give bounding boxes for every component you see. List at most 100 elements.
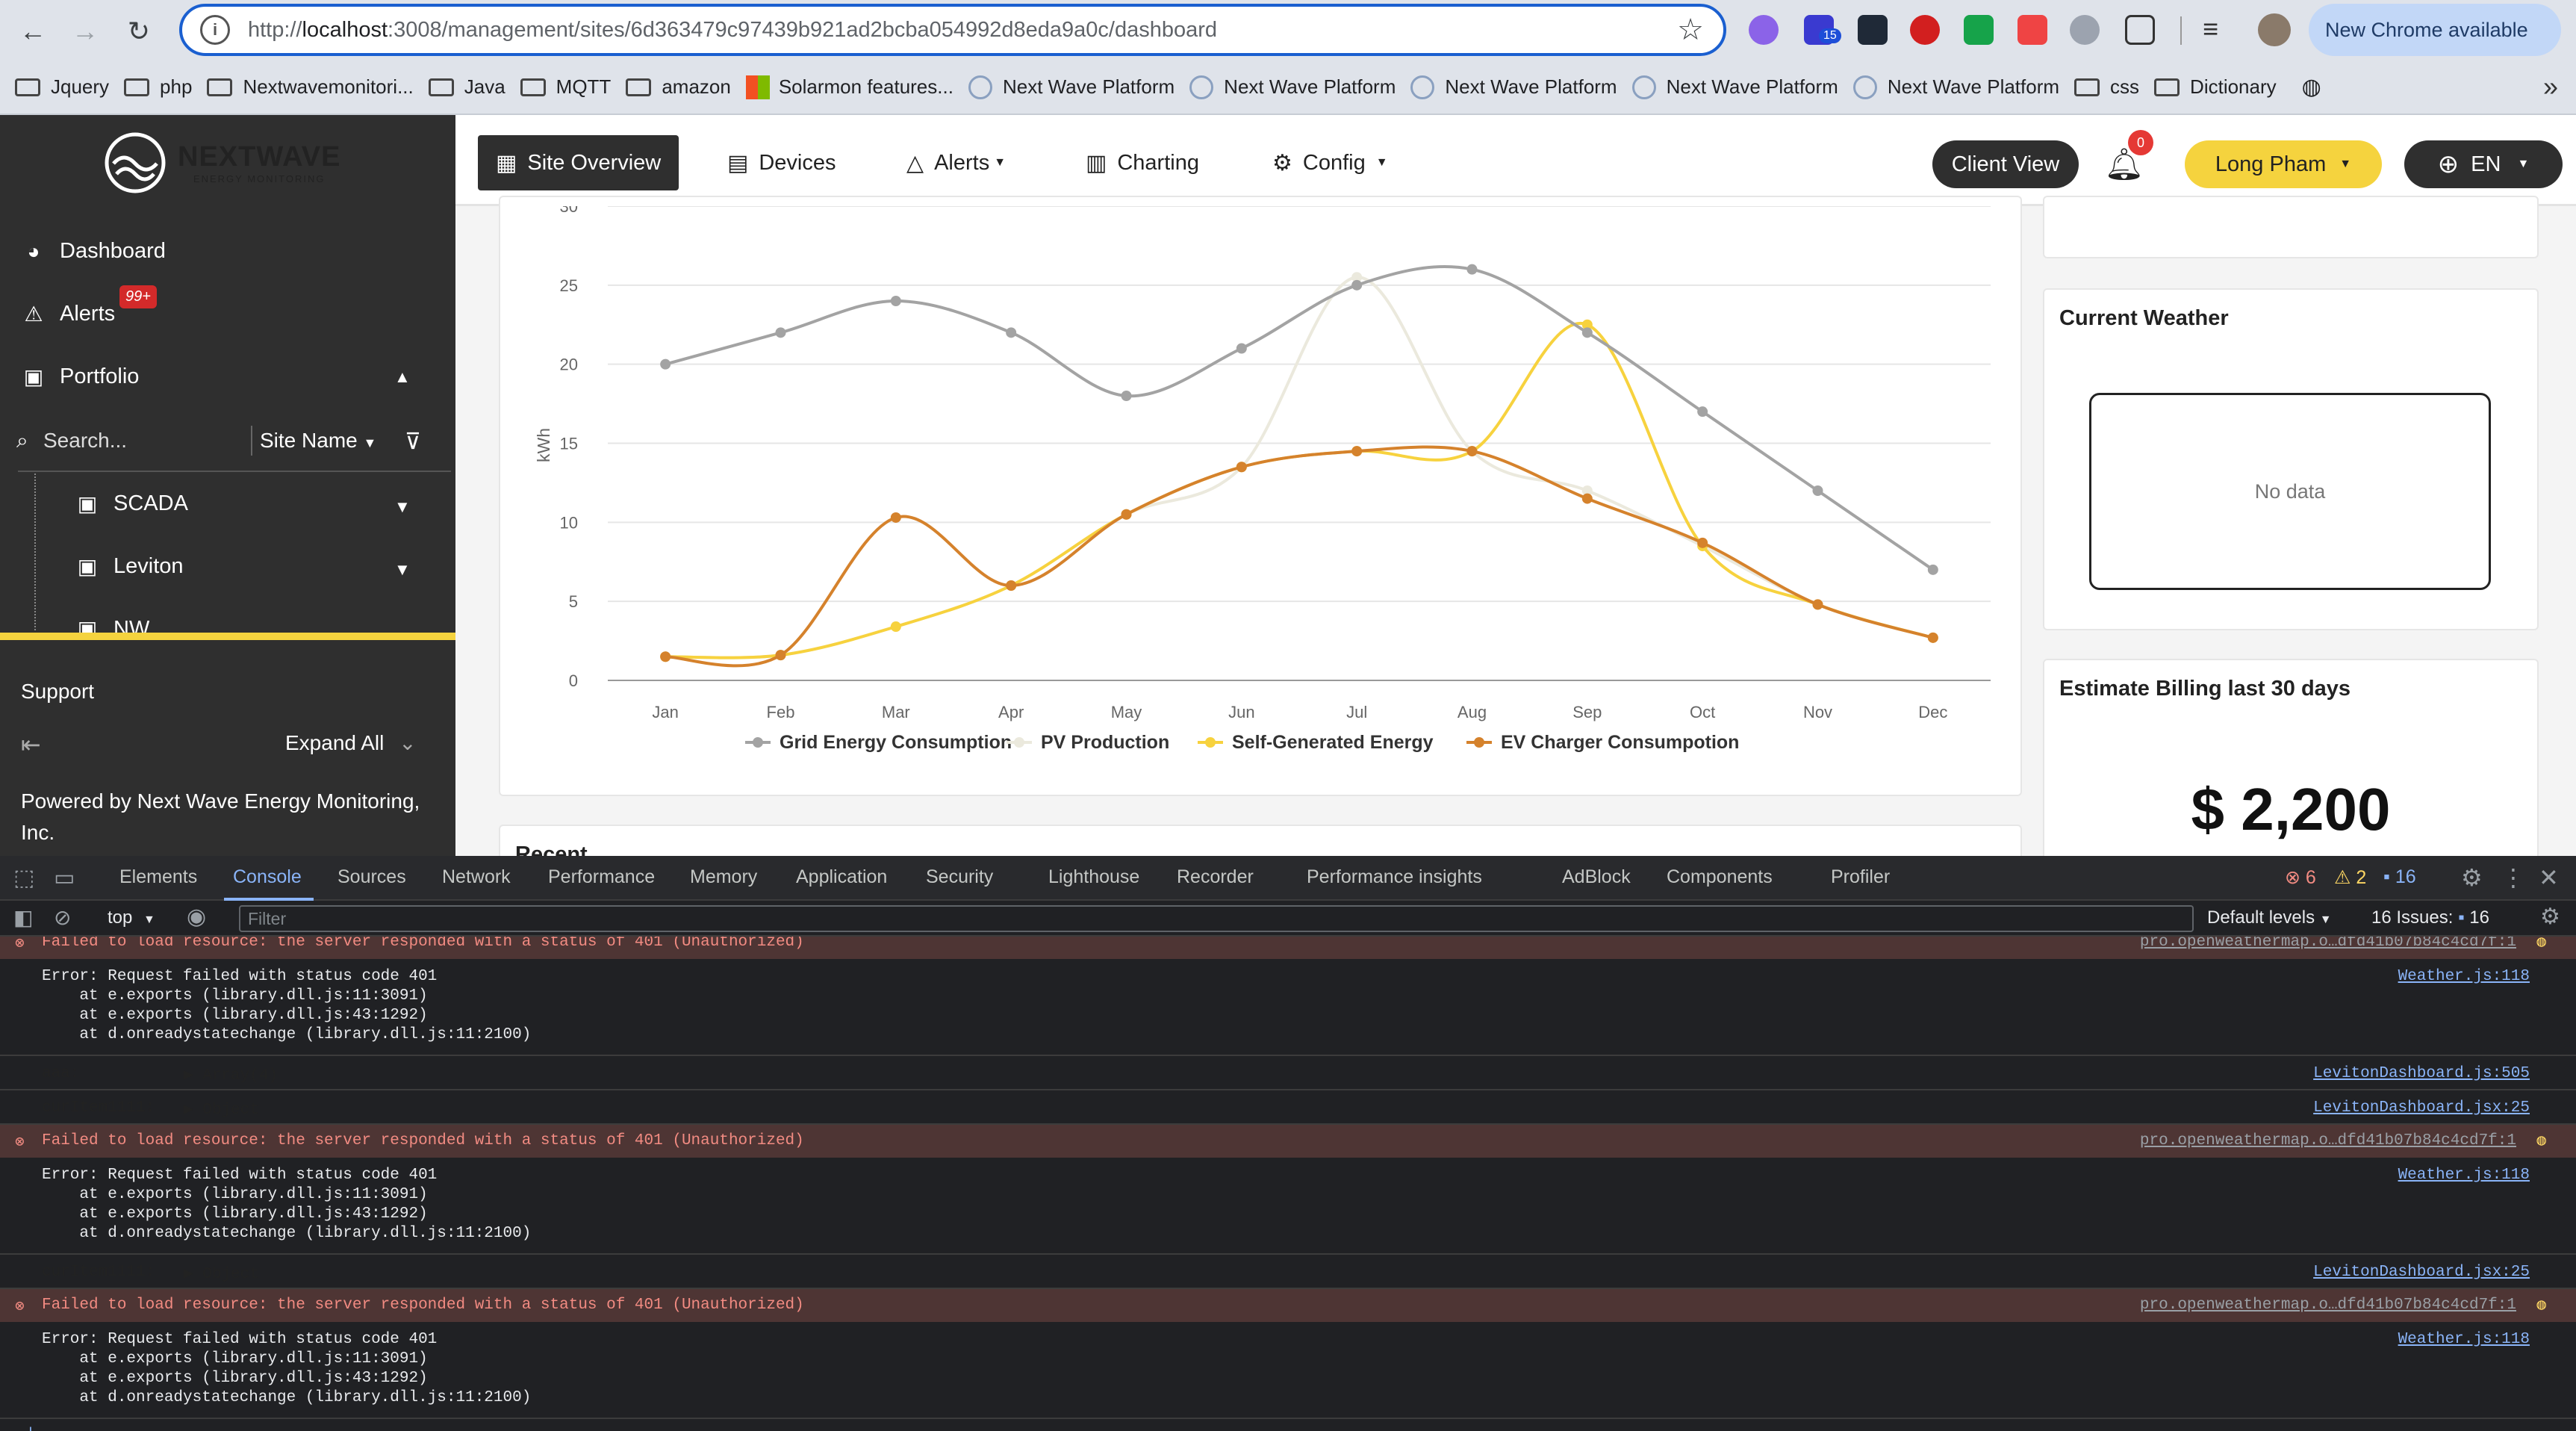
tab-config[interactable]: ⚙ Config ▼	[1254, 135, 1406, 190]
data-point[interactable]	[1697, 537, 1708, 548]
log-levels-dropdown[interactable]: Default levels ▼	[2207, 907, 2332, 928]
data-point[interactable]	[1466, 446, 1478, 457]
sidebar-search-input[interactable]: Search...	[43, 429, 127, 453]
bookmark-item[interactable]: MQTT	[520, 75, 611, 99]
series-line[interactable]	[665, 445, 1934, 668]
react-devtools-icon[interactable]	[1858, 15, 1888, 45]
data-point[interactable]	[1121, 391, 1132, 401]
data-point[interactable]	[1121, 509, 1132, 520]
bookmark-item[interactable]: php	[124, 75, 192, 99]
bookmark-star-icon[interactable]: ☆	[1677, 13, 1704, 47]
profile-avatar[interactable]	[2258, 13, 2291, 46]
back-icon[interactable]: ←	[13, 12, 52, 51]
sidebar-item-portfolio[interactable]: ▣ Portfolio	[21, 364, 140, 389]
data-point[interactable]	[1236, 462, 1247, 473]
data-point[interactable]	[1006, 580, 1017, 591]
data-point[interactable]	[660, 651, 671, 662]
devtools-tab-memory[interactable]: Memory	[690, 866, 757, 888]
reading-list-icon[interactable]: ≡	[2203, 13, 2218, 45]
tree-item-scada[interactable]: ▣ SCADA	[75, 491, 188, 516]
console-filter-input[interactable]: Filter	[239, 905, 2194, 932]
legend-item[interactable]: Grid Energy Consumption	[745, 732, 1012, 753]
console-log-row[interactable]: aaa: ▶ Array(4) LevitonDashboard.js:505	[0, 1056, 2576, 1090]
clear-console-icon[interactable]: ⊘	[54, 905, 71, 930]
chevron-down-icon[interactable]: ▼	[394, 497, 411, 517]
devtools-tab-profiler[interactable]: Profiler	[1831, 866, 1890, 888]
console-log-row[interactable]: curItem1111: ▶ Object LevitonDashboard.jsx…	[0, 1090, 2576, 1125]
series-line[interactable]	[665, 321, 1934, 659]
expand-all-button[interactable]: Expand All ⌄	[285, 730, 417, 755]
error-source-link[interactable]: pro.openweathermap.o…dfd41b07b84c4cd7f:1	[2140, 1297, 2516, 1314]
inspect-element-icon[interactable]: ⬚	[13, 865, 34, 891]
log-source-link[interactable]: Weather.js:118	[2398, 1167, 2530, 1184]
devtools-tab-elements[interactable]: Elements	[119, 866, 197, 888]
legend-item[interactable]: Self-Generated Energy	[1198, 732, 1434, 753]
devtools-tab-components[interactable]: Components	[1667, 866, 1773, 888]
devtools-tab-application[interactable]: Application	[796, 866, 887, 888]
data-point[interactable]	[1351, 446, 1363, 457]
legend-item[interactable]: EV Charger Consumpotion	[1466, 732, 1739, 753]
chart-legend[interactable]: Grid Energy Consumption PV Production Self…	[745, 732, 1739, 753]
more-options-icon[interactable]: ⋮	[2501, 863, 2525, 892]
bookmark-item[interactable]: Jquery	[15, 75, 109, 99]
console-settings-icon[interactable]: ⚙	[2540, 904, 2560, 930]
console-error-row[interactable]: ⊗ Failed to load resource: the server res…	[0, 1289, 2576, 1322]
tab-devices[interactable]: ▤ Devices	[709, 135, 854, 190]
data-point[interactable]	[660, 358, 671, 370]
data-point[interactable]	[1812, 599, 1823, 610]
extension-record-icon[interactable]	[2017, 15, 2047, 45]
bookmark-item[interactable]: Solarmon features...	[745, 75, 953, 99]
data-point[interactable]	[1697, 406, 1708, 417]
site-name-dropdown[interactable]: Site Name ▼	[260, 429, 376, 453]
data-point[interactable]	[1927, 564, 1938, 575]
extension-tool-icon[interactable]	[2070, 15, 2100, 45]
context-selector[interactable]: top ▼	[108, 907, 155, 928]
log-value[interactable]: ▶ Object	[184, 1099, 259, 1119]
data-point[interactable]	[1812, 485, 1823, 496]
error-source-link[interactable]: pro.openweathermap.o…dfd41b07b84c4cd7f:1	[2140, 937, 2516, 951]
bookmark-item[interactable]: Next Wave Platform	[1410, 75, 1617, 99]
log-source-link[interactable]: Weather.js:118	[2398, 1331, 2530, 1348]
series-line[interactable]	[665, 265, 1934, 571]
log-value[interactable]: ▶ Array(4)	[184, 1065, 278, 1084]
client-view-button[interactable]: Client View	[1932, 140, 2079, 188]
eye-icon[interactable]: ◉	[187, 904, 206, 930]
devtools-tab-performance-insights[interactable]: Performance insights	[1307, 866, 1482, 888]
error-count[interactable]: ⊗ 6	[2285, 866, 2316, 889]
extensions-puzzle-icon[interactable]	[2125, 15, 2155, 45]
log-source-link[interactable]: LevitonDashboard.jsx:25	[2313, 1099, 2530, 1117]
devtools-tab-security[interactable]: Security	[926, 866, 993, 888]
extension-flower-icon[interactable]	[1749, 15, 1779, 45]
tab-alerts[interactable]: △ Alerts ▼	[889, 135, 1024, 190]
bookmark-item[interactable]: Next Wave Platform	[1852, 75, 2059, 99]
new-chrome-button[interactable]: New Chrome available	[2309, 4, 2561, 56]
device-toolbar-icon[interactable]: ▭	[54, 865, 75, 891]
more-bookmarks-icon[interactable]: »	[2543, 71, 2558, 102]
forward-icon[interactable]: →	[66, 12, 105, 51]
data-point[interactable]	[775, 650, 786, 661]
issues-button[interactable]: 16 Issues: ▪ 16	[2371, 907, 2489, 928]
support-link[interactable]: Support	[21, 680, 94, 704]
bookmark-item[interactable]: css	[2074, 75, 2139, 99]
data-point[interactable]	[1006, 327, 1017, 338]
console-error-row[interactable]: ⊗ Failed to load resource: the server res…	[0, 937, 2576, 959]
log-source-link[interactable]: LevitonDashboard.js:505	[2313, 1065, 2530, 1082]
sidebar-item-dashboard[interactable]: ◕ Dashboard	[21, 239, 166, 264]
data-point[interactable]	[1927, 632, 1938, 643]
language-selector[interactable]: ⊕ EN ▼	[2404, 140, 2563, 188]
log-source-link[interactable]: Weather.js:118	[2398, 968, 2530, 985]
warning-count[interactable]: ⚠ 2	[2334, 866, 2366, 889]
data-point[interactable]	[775, 327, 786, 338]
devtools-tab-sources[interactable]: Sources	[337, 866, 406, 888]
data-point[interactable]	[890, 621, 901, 633]
error-source-link[interactable]: pro.openweathermap.o…dfd41b07b84c4cd7f:1	[2140, 1132, 2516, 1149]
legend-item[interactable]: PV Production	[1007, 732, 1169, 753]
bookmark-item[interactable]: Next Wave Platform	[1631, 75, 1838, 99]
site-info-icon[interactable]: i	[200, 15, 230, 45]
tree-item-nw[interactable]: ▣ NW	[75, 617, 150, 633]
devtools-tab-performance[interactable]: Performance	[548, 866, 655, 888]
chevron-up-icon[interactable]: ▲	[394, 367, 411, 387]
filter-icon[interactable]: ⊽	[405, 429, 421, 455]
energy-line-chart[interactable]: 0 5 10 15 20 25 30 Jan Feb Mar Apr May Jun Jul Aug Sep…	[499, 206, 2022, 789]
sidebar-item-alerts[interactable]: ⚠ Alerts	[21, 302, 115, 326]
